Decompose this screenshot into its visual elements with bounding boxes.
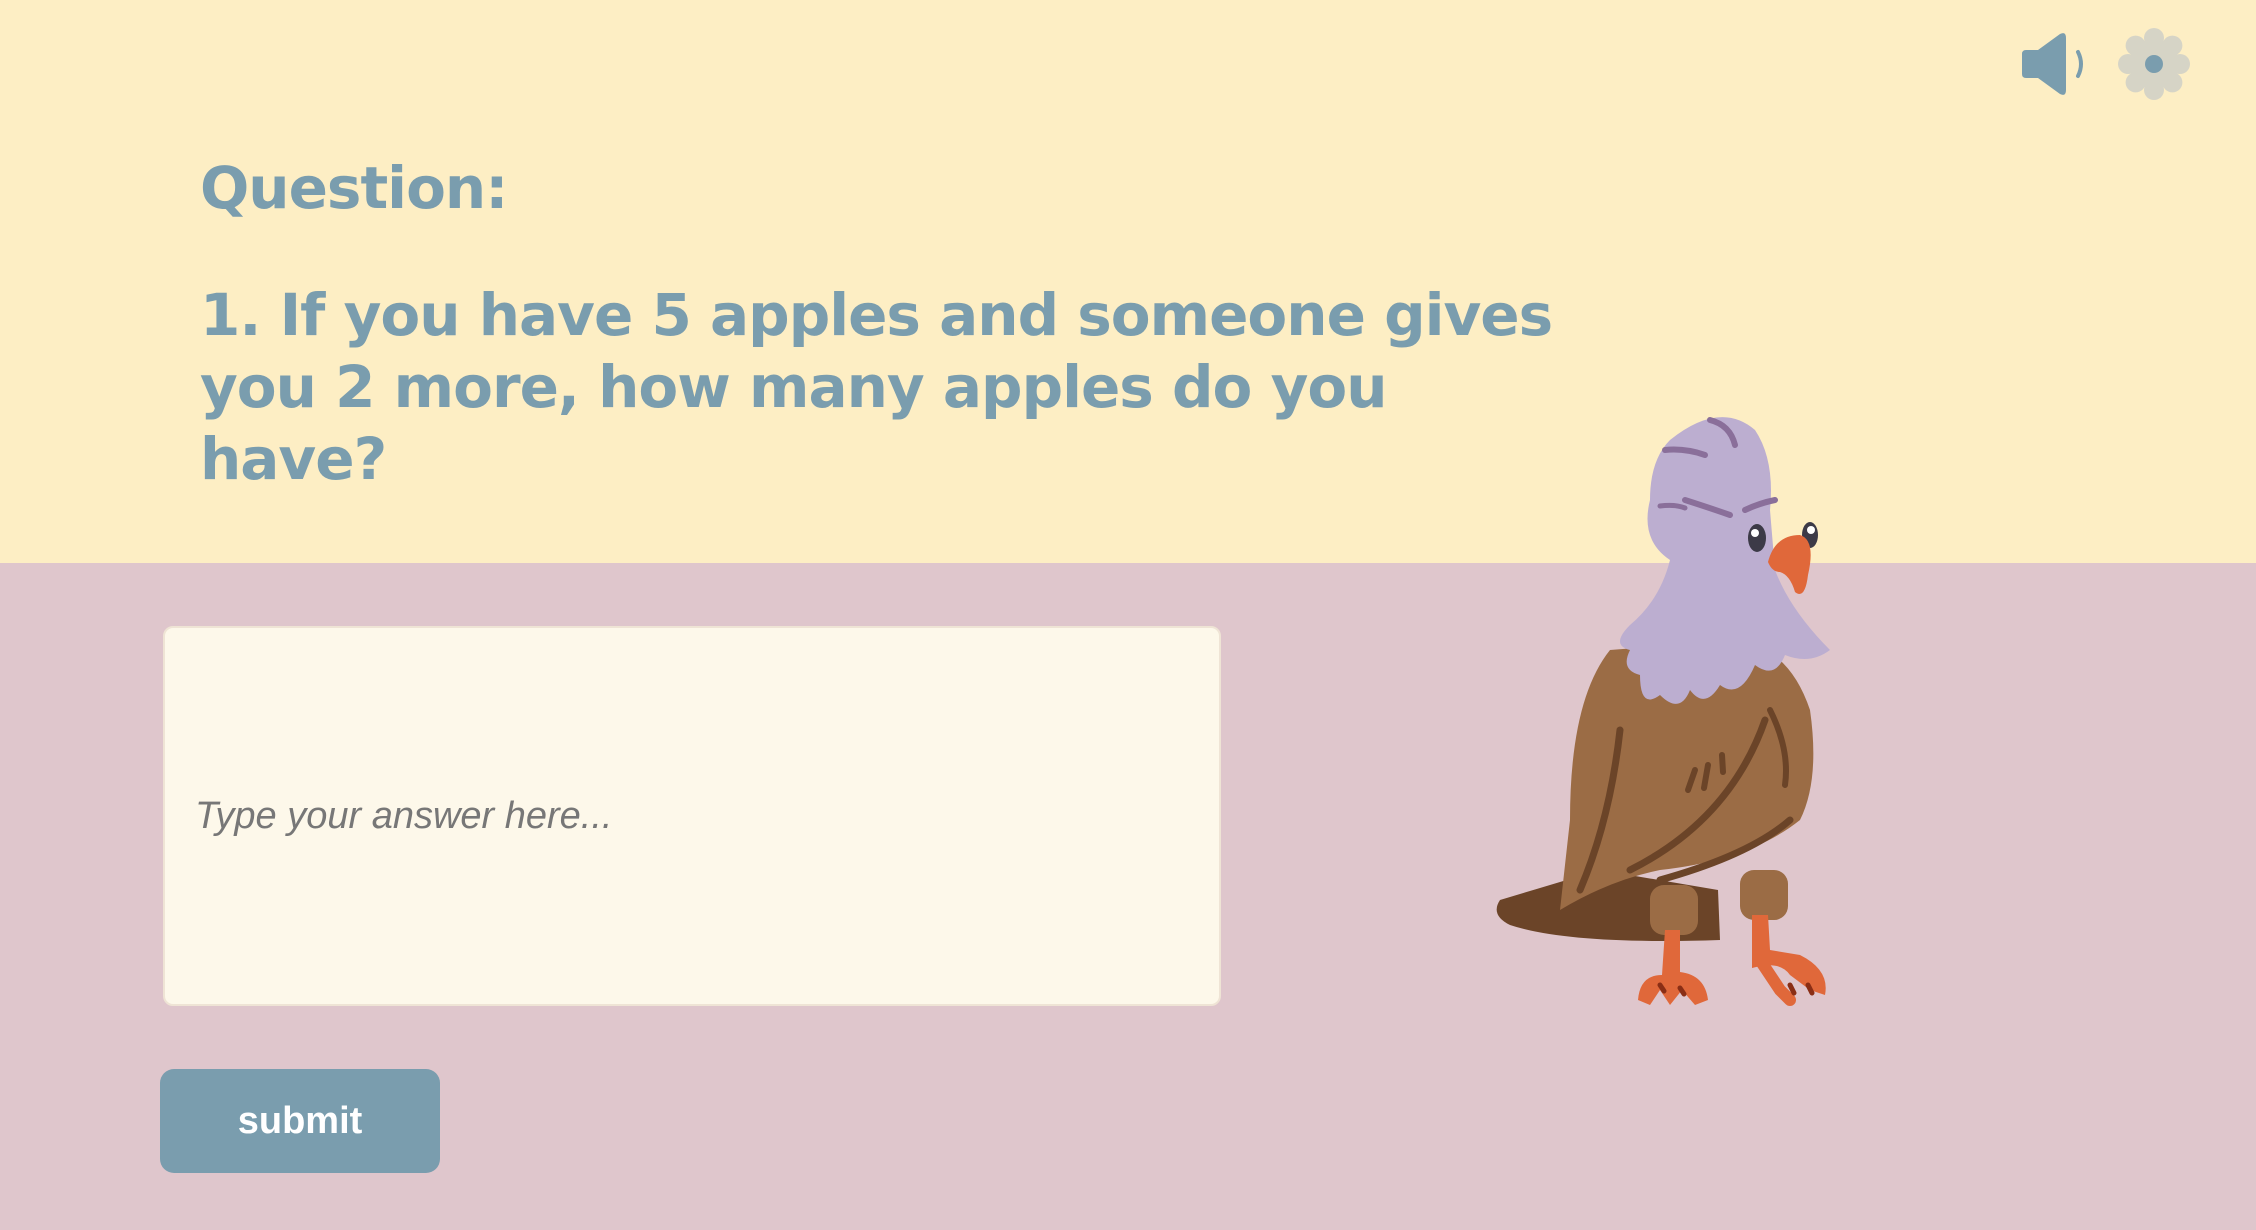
submit-button[interactable]: submit xyxy=(160,1069,440,1173)
sound-button[interactable] xyxy=(2016,28,2096,100)
question-block: Question: 1. If you have 5 apples and so… xyxy=(200,150,1600,495)
settings-button[interactable] xyxy=(2118,28,2190,100)
gear-icon xyxy=(2118,28,2190,100)
question-heading: Question: xyxy=(200,154,508,222)
eagle-mascot-illustration xyxy=(1496,417,1830,1006)
answer-input[interactable] xyxy=(165,628,1219,1004)
answer-box xyxy=(163,626,1221,1006)
speaker-icon xyxy=(2022,33,2083,95)
toolbar xyxy=(2016,28,2196,100)
question-text: 1. If you have 5 apples and someone give… xyxy=(200,281,1553,493)
